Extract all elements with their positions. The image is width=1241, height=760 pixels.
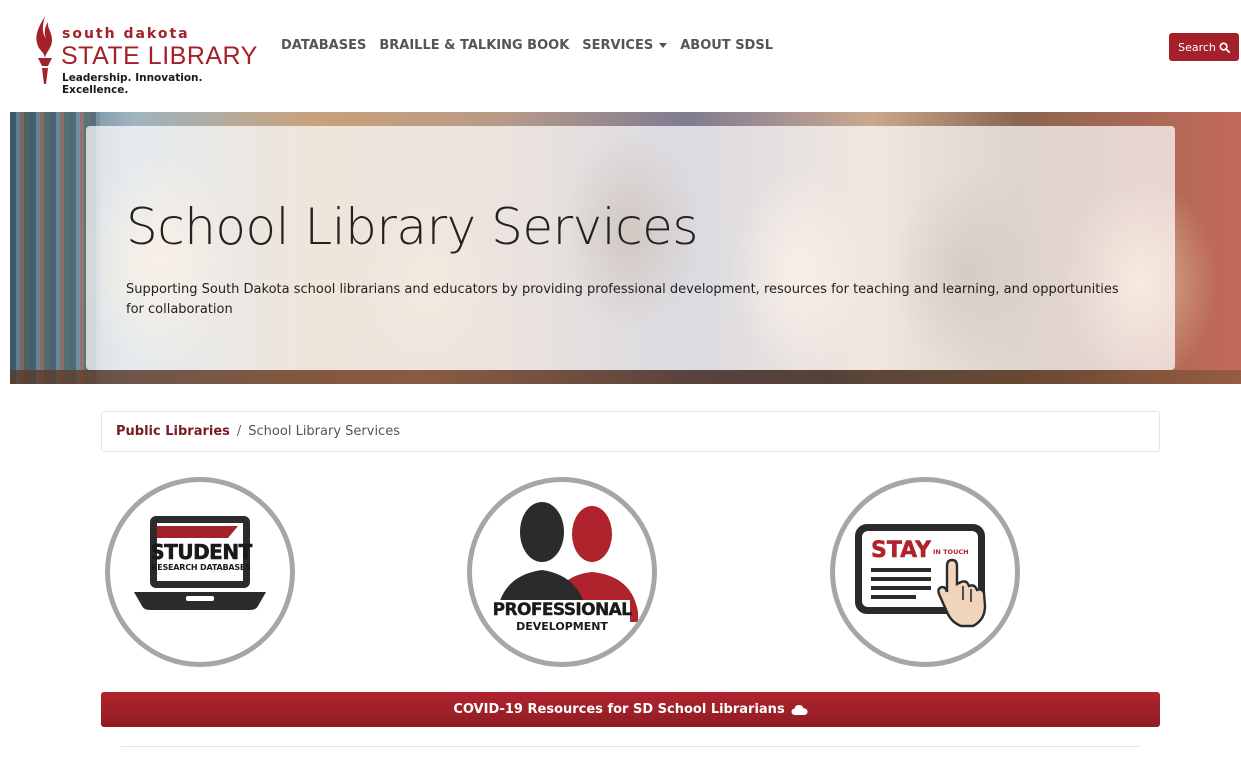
professional-tile-title: PROFESSIONAL — [492, 600, 632, 620]
professional-tile-subtitle: DEVELOPMENT — [516, 620, 608, 633]
tablet-touch-icon — [855, 524, 987, 628]
laptop-icon — [134, 516, 266, 610]
breadcrumb: Public Libraries / School Library Servic… — [101, 411, 1160, 452]
page-title: School Library Services — [126, 198, 698, 256]
stay-tile-title: STAY — [871, 538, 932, 564]
section-divider — [121, 746, 1140, 747]
nav-braille-talking-book[interactable]: BRAILLE & TALKING BOOK — [379, 38, 569, 53]
cloud-icon — [791, 704, 808, 715]
nav-databases-label: DATABASES — [281, 38, 367, 53]
hero-banner: School Library Services Supporting South… — [10, 112, 1241, 384]
student-tile-subtitle: RESEARCH DATABASES — [151, 563, 251, 572]
nav-services-label: SERVICES — [582, 38, 654, 53]
nav-services[interactable]: SERVICES — [582, 38, 668, 53]
logo-line-2: STATE LIBRARY — [61, 42, 258, 70]
breadcrumb-separator: / — [236, 424, 242, 439]
search-icon — [1219, 41, 1230, 53]
breadcrumb-current: School Library Services — [248, 424, 400, 439]
nav-braille-label: BRAILLE & TALKING BOOK — [379, 38, 570, 53]
hero-photo-bottom — [10, 370, 1241, 384]
site-logo[interactable]: south dakota STATE LIBRARY Leadership. I… — [30, 12, 270, 96]
page-subtitle: Supporting South Dakota school librarian… — [126, 282, 1119, 317]
search-button-label: Search — [1178, 40, 1216, 54]
nav-about-label: ABOUT SDSL — [680, 38, 773, 53]
stay-tile-subtitle: IN TOUCH — [933, 548, 969, 556]
covid-resources-label: COVID-19 Resources for SD School Librari… — [453, 702, 785, 717]
logo-tagline: Leadership. Innovation. Excellence. — [62, 72, 203, 96]
professional-development-tile[interactable]: PROFESSIONAL DEVELOPMENT — [467, 477, 657, 667]
breadcrumb-public-libraries[interactable]: Public Libraries — [116, 424, 230, 439]
torch-flame-icon — [36, 16, 52, 84]
search-button[interactable]: Search — [1169, 33, 1239, 61]
logo-line-1: south dakota — [62, 26, 190, 42]
stay-in-touch-tile[interactable]: STAY IN TOUCH — [830, 477, 1020, 667]
caret-down-icon — [659, 43, 668, 48]
student-research-databases-tile[interactable]: STUDENT RESEARCH DATABASES — [105, 477, 295, 667]
site-header: south dakota STATE LIBRARY Leadership. I… — [0, 0, 1241, 112]
nav-about-sdsl[interactable]: ABOUT SDSL — [680, 38, 773, 53]
main-nav: DATABASES BRAILLE & TALKING BOOK SERVICE… — [281, 38, 786, 53]
people-icon — [494, 502, 638, 630]
hero-panel: School Library Services Supporting South… — [86, 126, 1175, 370]
covid-resources-button[interactable]: COVID-19 Resources for SD School Librari… — [101, 692, 1160, 727]
student-tile-title: STUDENT — [150, 540, 253, 565]
nav-databases[interactable]: DATABASES — [281, 38, 366, 53]
